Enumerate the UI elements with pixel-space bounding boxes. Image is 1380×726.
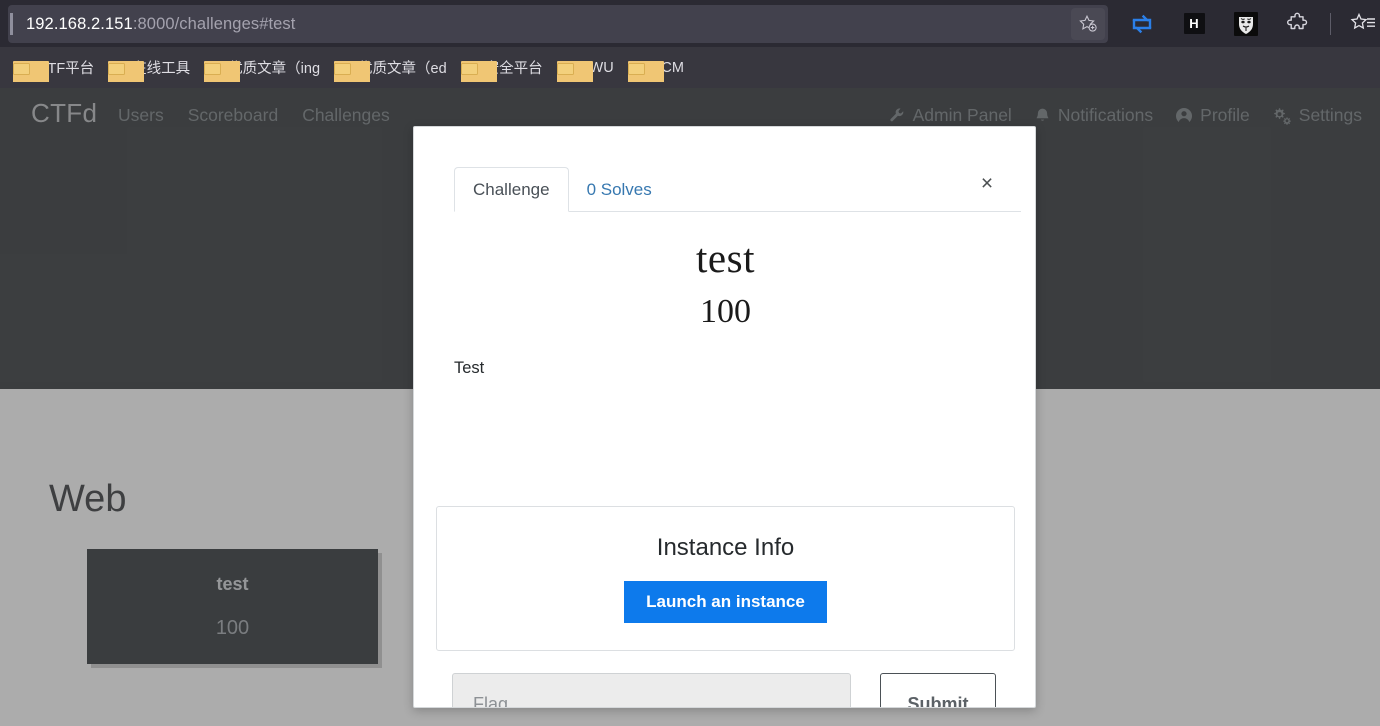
close-icon[interactable]: × [974, 171, 1000, 197]
browser-chrome: 192.168.2.151:8000/challenges#test [0, 0, 1380, 88]
address-bar[interactable]: 192.168.2.151:8000/challenges#test [8, 5, 1108, 43]
sync-tabs-icon[interactable] [1116, 0, 1168, 47]
url-text: 192.168.2.151:8000/challenges#test [26, 12, 295, 36]
text-cursor [10, 13, 13, 35]
challenge-description: Test [454, 359, 1036, 378]
challenge-modal: Challenge 0 Solves × test 100 Test Insta… [413, 126, 1036, 708]
folder-icon [334, 61, 351, 75]
bookmark-label: 优质文章（ed [358, 57, 447, 78]
hackbar-extension-icon[interactable]: H [1168, 0, 1220, 47]
bookmark-item[interactable]: 安全平台 [456, 54, 552, 82]
hackbar-glyph: H [1184, 13, 1205, 34]
flag-submit-row: Submit [452, 673, 999, 708]
tab-solves[interactable]: 0 Solves [569, 168, 670, 211]
flag-input[interactable] [452, 673, 851, 708]
extension-toolbar: H [1116, 0, 1380, 47]
anonymous-mask-extension-icon[interactable] [1220, 0, 1272, 47]
folder-icon [557, 61, 574, 75]
folder-icon [628, 61, 645, 75]
modal-body: test 100 Test Instance Info Launch an in… [414, 215, 1036, 708]
folder-icon [108, 61, 125, 75]
extensions-puzzle-icon[interactable] [1272, 0, 1324, 47]
bookmark-item[interactable]: ACM [623, 54, 693, 82]
url-host: 192.168.2.151 [26, 15, 133, 33]
bookmarks-list-icon[interactable] [1337, 0, 1380, 47]
submit-button[interactable]: Submit [880, 673, 996, 708]
folder-icon [461, 61, 478, 75]
launch-instance-button[interactable]: Launch an instance [624, 581, 827, 623]
bookmark-add-icon[interactable] [1071, 8, 1105, 40]
bookmark-item[interactable]: ZWU [552, 54, 623, 82]
folder-icon [204, 61, 221, 75]
instance-info-title: Instance Info [657, 534, 794, 562]
bookmark-item[interactable]: CTF平台 [8, 54, 103, 82]
challenge-title: test [414, 234, 1036, 282]
instance-info-panel: Instance Info Launch an instance [436, 506, 1015, 651]
bookmark-item[interactable]: 优质文章（ed [329, 54, 456, 82]
modal-header: Challenge 0 Solves × [414, 127, 1036, 215]
bookmark-item[interactable]: 优质文章（ing [199, 54, 329, 82]
guy-fawkes-mask-glyph [1234, 12, 1258, 36]
folder-icon [13, 61, 30, 75]
browser-toolbar-row: 192.168.2.151:8000/challenges#test [0, 0, 1380, 47]
toolbar-divider [1330, 13, 1331, 35]
bookmark-label: 优质文章（ing [228, 57, 320, 78]
challenge-points: 100 [414, 293, 1036, 331]
tab-challenge[interactable]: Challenge [454, 167, 569, 212]
url-path: :8000/challenges#test [133, 15, 296, 33]
bookmarks-bar: CTF平台 在线工具 优质文章（ing 优质文章（ed 安全平台 ZWU ACM [0, 47, 1380, 88]
modal-tablist: Challenge 0 Solves [454, 166, 1021, 212]
bookmark-item[interactable]: 在线工具 [103, 54, 199, 82]
